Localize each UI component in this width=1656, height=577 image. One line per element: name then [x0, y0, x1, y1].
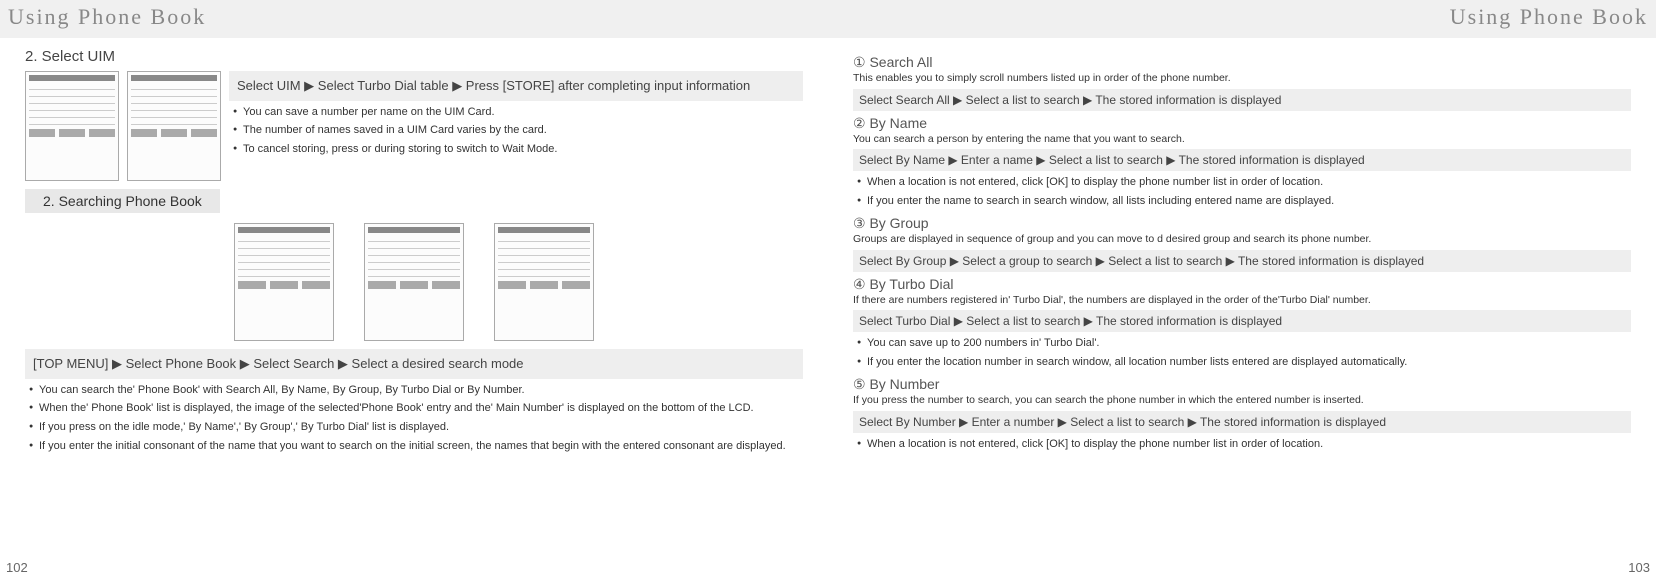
- uim-notes-list: You can save a number per name on the UI…: [229, 103, 803, 160]
- search-method-note: When a location is not entered, click [O…: [853, 173, 1631, 192]
- search-method-title: ① Search All: [853, 54, 1631, 71]
- search-note: You can search the' Phone Book' with Sea…: [25, 381, 803, 400]
- search-method-notes: When a location is not entered, click [O…: [853, 173, 1631, 211]
- search-method-instruction: Select By Number ▶ Enter a number ▶ Sele…: [853, 411, 1631, 433]
- uim-screenshot-1: [25, 71, 119, 181]
- search-method-note: If you enter the location number in sear…: [853, 353, 1631, 372]
- search-note: When the' Phone Book' list is displayed,…: [25, 399, 803, 418]
- search-method-desc: If you press the number to search, you c…: [853, 394, 1631, 408]
- uim-note: You can save a number per name on the UI…: [229, 103, 803, 122]
- search-method-title: ③ By Group: [853, 215, 1631, 232]
- search-screenshot-1: [234, 223, 334, 341]
- search-method-notes: You can save up to 200 numbers in' Turbo…: [853, 334, 1631, 372]
- search-screenshot-3: [494, 223, 594, 341]
- page-number-left: 102: [6, 560, 28, 575]
- search-note: If you press on the idle mode,' By Name'…: [25, 418, 803, 437]
- search-method-title: ⑤ By Number: [853, 376, 1631, 393]
- select-uim-instruction: Select UIM ▶ Select Turbo Dial table ▶ P…: [229, 71, 803, 101]
- page-header-left: Using Phone Book: [0, 4, 206, 30]
- page-header-right: Using Phone Book: [1450, 4, 1656, 30]
- search-mode-instruction: [TOP MENU] ▶ Select Phone Book ▶ Select …: [25, 349, 803, 379]
- uim-note: The number of names saved in a UIM Card …: [229, 121, 803, 140]
- search-method-desc: If there are numbers registered in' Turb…: [853, 294, 1631, 308]
- search-screenshot-2: [364, 223, 464, 341]
- search-method-desc: Groups are displayed in sequence of grou…: [853, 233, 1631, 247]
- search-method-note: You can save up to 200 numbers in' Turbo…: [853, 334, 1631, 353]
- search-method-notes: When a location is not entered, click [O…: [853, 435, 1631, 454]
- search-note: If you enter the initial consonant of th…: [25, 437, 803, 456]
- search-method-instruction: Select Turbo Dial ▶ Select a list to sea…: [853, 310, 1631, 332]
- page-number-right: 103: [1628, 560, 1650, 575]
- search-method-desc: This enables you to simply scroll number…: [853, 72, 1631, 86]
- search-method-title: ② By Name: [853, 115, 1631, 132]
- search-method-note: When a location is not entered, click [O…: [853, 435, 1631, 454]
- select-uim-heading: 2. Select UIM: [25, 48, 803, 65]
- uim-screenshot-2: [127, 71, 221, 181]
- search-notes-list: You can search the' Phone Book' with Sea…: [25, 381, 803, 456]
- searching-phonebook-heading: 2. Searching Phone Book: [25, 189, 220, 213]
- search-method-title: ④ By Turbo Dial: [853, 276, 1631, 293]
- search-method-note: If you enter the name to search in searc…: [853, 192, 1631, 211]
- search-method-desc: You can search a person by entering the …: [853, 133, 1631, 147]
- search-method-instruction: Select Search All ▶ Select a list to sea…: [853, 89, 1631, 111]
- search-method-instruction: Select By Name ▶ Enter a name ▶ Select a…: [853, 149, 1631, 171]
- search-method-instruction: Select By Group ▶ Select a group to sear…: [853, 250, 1631, 272]
- uim-note: To cancel storing, press or during stori…: [229, 140, 803, 159]
